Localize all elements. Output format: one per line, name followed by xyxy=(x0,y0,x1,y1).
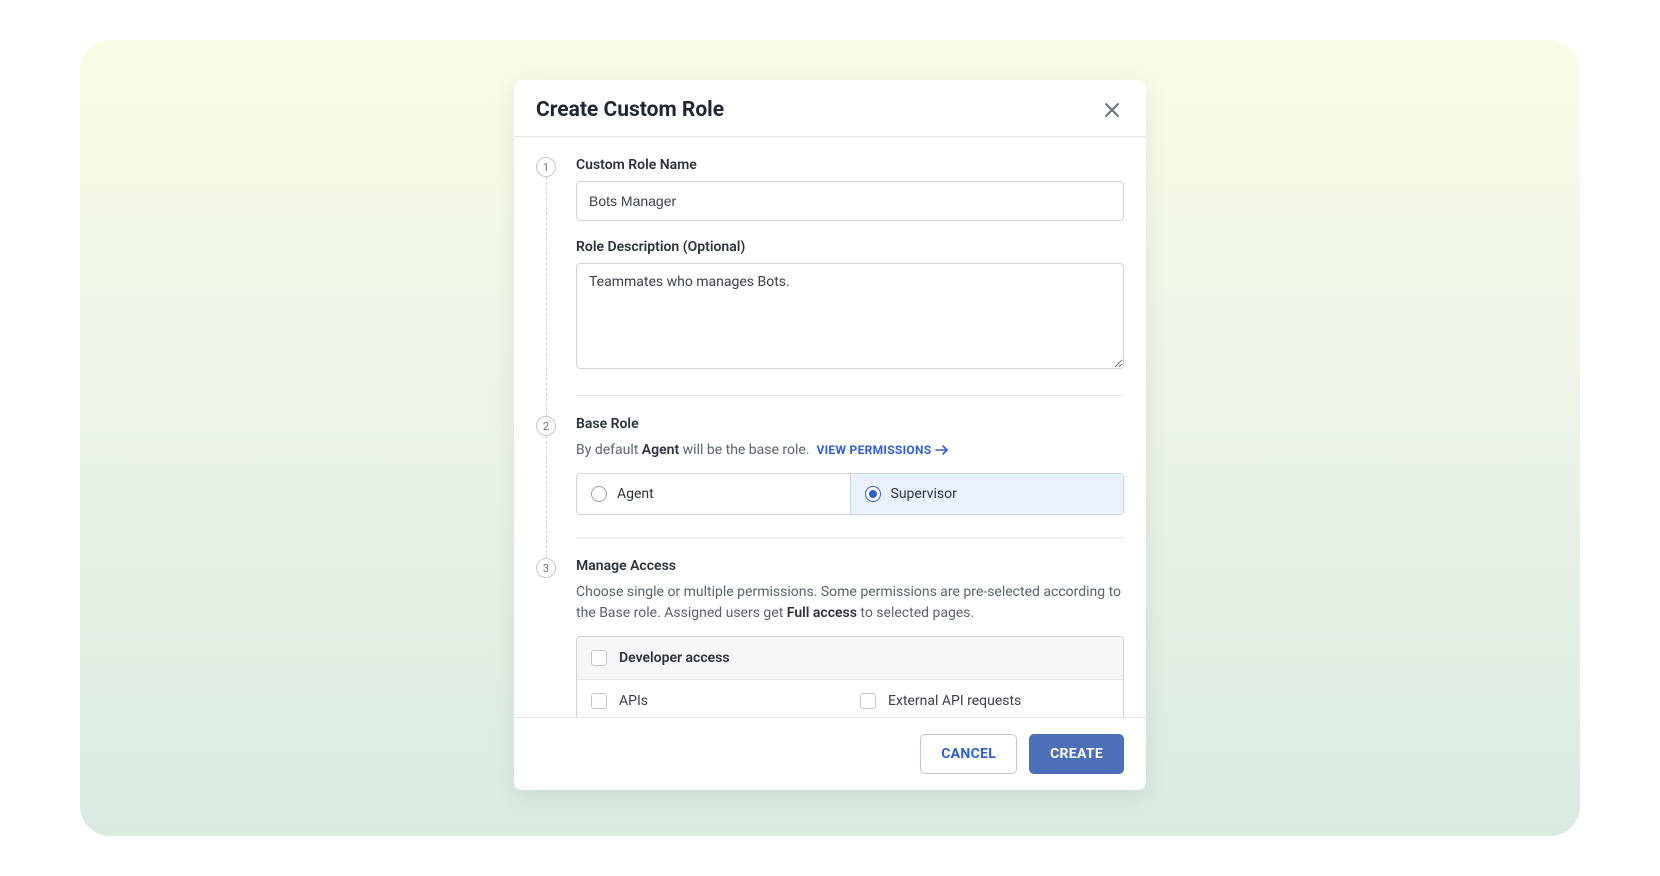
permissions-group-header: Developer access xyxy=(577,637,1123,680)
step-gutter: 3 xyxy=(536,538,576,717)
radio-label-supervisor: Supervisor xyxy=(891,486,957,502)
role-description-label: Role Description (Optional) xyxy=(576,239,1124,255)
permission-row-apis: APIs xyxy=(591,693,840,709)
cancel-button[interactable]: CANCEL xyxy=(920,734,1017,774)
base-role-radio-group: Agent Supervisor xyxy=(576,473,1124,515)
permissions-group-body: APIs External API requests xyxy=(577,680,1123,717)
modal-title: Create Custom Role xyxy=(536,98,724,122)
step-connector-line xyxy=(546,436,547,558)
step-number-1: 1 xyxy=(536,157,556,177)
radio-icon xyxy=(865,486,881,502)
modal-footer: CANCEL CREATE xyxy=(514,717,1146,790)
manage-access-heading: Manage Access xyxy=(576,558,1124,574)
step-number-3: 3 xyxy=(536,558,556,578)
close-icon[interactable] xyxy=(1100,98,1124,122)
step-gutter: 2 xyxy=(536,396,576,538)
role-name-input[interactable] xyxy=(576,181,1124,221)
base-role-helptext: By default Agent will be the base role. … xyxy=(576,440,1124,461)
view-permissions-label: VIEW PERMISSIONS xyxy=(816,441,931,459)
step-1-content: Custom Role Name Role Description (Optio… xyxy=(576,137,1124,396)
helptext-suffix: to selected pages. xyxy=(857,605,974,621)
view-permissions-link[interactable]: VIEW PERMISSIONS xyxy=(816,441,949,459)
step-2-content: Base Role By default Agent will be the b… xyxy=(576,396,1124,538)
permissions-group: Developer access APIs External API reque… xyxy=(576,636,1124,717)
radio-icon xyxy=(591,486,607,502)
manage-access-helptext: Choose single or multiple permissions. S… xyxy=(576,582,1124,624)
step-1: 1 Custom Role Name Role Description (Opt… xyxy=(536,137,1124,396)
step-3-content: Manage Access Choose single or multiple … xyxy=(576,538,1124,717)
modal-body: 1 Custom Role Name Role Description (Opt… xyxy=(514,137,1146,717)
modal-header: Create Custom Role xyxy=(514,80,1146,137)
page-backdrop: Create Custom Role 1 Custom Role Name Ro… xyxy=(80,40,1580,836)
step-connector-line xyxy=(546,177,547,416)
permission-label-apis: APIs xyxy=(619,693,648,709)
permission-row-external-api: External API requests xyxy=(860,693,1109,709)
checkbox-external-api[interactable] xyxy=(860,693,876,709)
checkbox-apis[interactable] xyxy=(591,693,607,709)
radio-option-supervisor[interactable]: Supervisor xyxy=(850,474,1124,514)
role-name-label: Custom Role Name xyxy=(576,157,1124,173)
arrow-right-icon xyxy=(935,445,949,455)
step-number-2: 2 xyxy=(536,416,556,436)
radio-option-agent[interactable]: Agent xyxy=(577,474,850,514)
checkbox-developer-access[interactable] xyxy=(591,650,607,666)
helptext-bold: Full access xyxy=(787,605,857,621)
permission-label-external-api: External API requests xyxy=(888,693,1021,709)
permissions-group-label: Developer access xyxy=(619,650,730,666)
base-role-heading: Base Role xyxy=(576,416,1124,432)
step-2: 2 Base Role By default Agent will be the… xyxy=(536,396,1124,538)
create-button[interactable]: CREATE xyxy=(1029,734,1124,774)
helptext-bold: Agent xyxy=(642,442,679,458)
create-custom-role-modal: Create Custom Role 1 Custom Role Name Ro… xyxy=(514,80,1146,790)
step-3: 3 Manage Access Choose single or multipl… xyxy=(536,538,1124,717)
helptext-prefix: By default xyxy=(576,442,642,458)
helptext-suffix: will be the base role. xyxy=(679,442,809,458)
role-description-textarea[interactable] xyxy=(576,263,1124,369)
step-gutter: 1 xyxy=(536,137,576,396)
radio-label-agent: Agent xyxy=(617,486,654,502)
